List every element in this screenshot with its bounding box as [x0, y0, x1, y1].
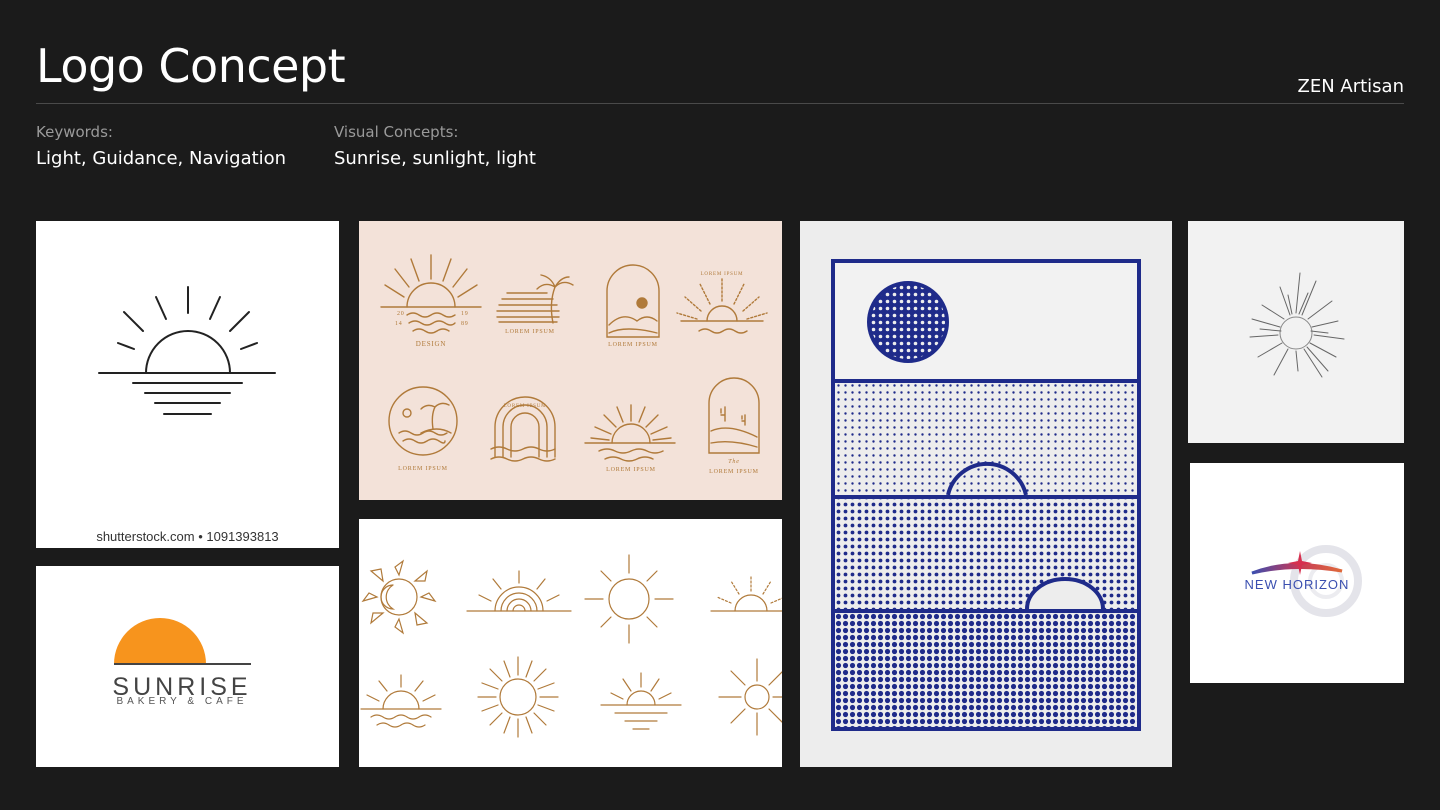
lorem-caption: LOREM IPSUM — [504, 404, 547, 409]
visual-concepts-label: Visual Concepts: — [334, 123, 459, 141]
reference-halftone-poster — [800, 221, 1172, 767]
visual-concepts-value: Sunrise, sunlight, light — [334, 148, 536, 169]
halftone-sun-icon — [867, 281, 949, 363]
boho-logo-grid: DESIGN 20 14 19 89 LOREM IPSUM LOREM IPS… — [380, 254, 768, 475]
sunrise-bakery-logo: SUNRISE BAKERY & CAFE — [112, 618, 251, 707]
year-number: 20 — [397, 311, 405, 317]
keywords-block: Keywords: Light, Guidance, Navigation — [36, 123, 286, 170]
wave-sunrise-icon — [360, 674, 442, 728]
dotted-sunrise-icon — [710, 574, 782, 612]
script-caption: The — [728, 459, 739, 465]
orange-sun-icon — [114, 618, 206, 664]
reference-boho-logo-set: DESIGN 20 14 19 89 LOREM IPSUM LOREM IPS… — [359, 221, 782, 500]
radiant-sun-icon — [584, 554, 674, 644]
brand-name: ZEN Artisan — [1297, 76, 1404, 97]
striped-sunrise-icon — [466, 570, 572, 612]
reference-sun-icon-set — [359, 519, 782, 767]
reference-shutterstock-sunrise: shutterstock.com • 1091393813 — [36, 221, 339, 548]
reference-abstract-burst — [1188, 221, 1404, 443]
year-number: 89 — [461, 321, 469, 327]
year-number: 14 — [395, 321, 403, 327]
spiky-sun-icon — [718, 658, 782, 736]
stock-credit: shutterstock.com • 1091393813 — [96, 529, 279, 544]
reference-new-horizon: NEW HORIZON — [1190, 463, 1404, 683]
page-title: Logo Concept — [36, 39, 346, 93]
header-divider — [36, 103, 1404, 104]
lorem-caption: LOREM IPSUM — [701, 272, 744, 277]
bakery-tagline: BAKERY & CAFE — [116, 696, 247, 707]
radial-burst-mark — [1249, 272, 1345, 378]
lorem-caption: LOREM IPSUM — [398, 466, 448, 472]
keywords-value: Light, Guidance, Navigation — [36, 148, 287, 169]
new-horizon-wordmark: NEW HORIZON — [1245, 577, 1350, 592]
lorem-caption: LOREM IPSUM — [709, 469, 759, 475]
line-sunrise-logo — [98, 286, 276, 415]
year-number: 19 — [461, 311, 469, 317]
new-horizon-logo: NEW HORIZON — [1245, 545, 1362, 617]
design-caption: DESIGN — [416, 340, 446, 348]
horizon-sun-icon — [600, 672, 682, 730]
reference-sunrise-bakery: SUNRISE BAKERY & CAFE — [36, 566, 339, 767]
halftone-sunrise-poster — [831, 259, 1141, 731]
visual-concepts-block: Visual Concepts: Sunrise, sunlight, ligh… — [334, 123, 536, 170]
lorem-caption: LOREM IPSUM — [505, 329, 555, 335]
lorem-caption: LOREM IPSUM — [608, 342, 658, 348]
lorem-caption: LOREM IPSUM — [606, 467, 656, 473]
burst-sun-icon — [477, 656, 559, 738]
sun-icon-grid — [360, 554, 782, 738]
celestial-sun-icon — [361, 559, 437, 635]
keywords-label: Keywords: — [36, 123, 113, 141]
